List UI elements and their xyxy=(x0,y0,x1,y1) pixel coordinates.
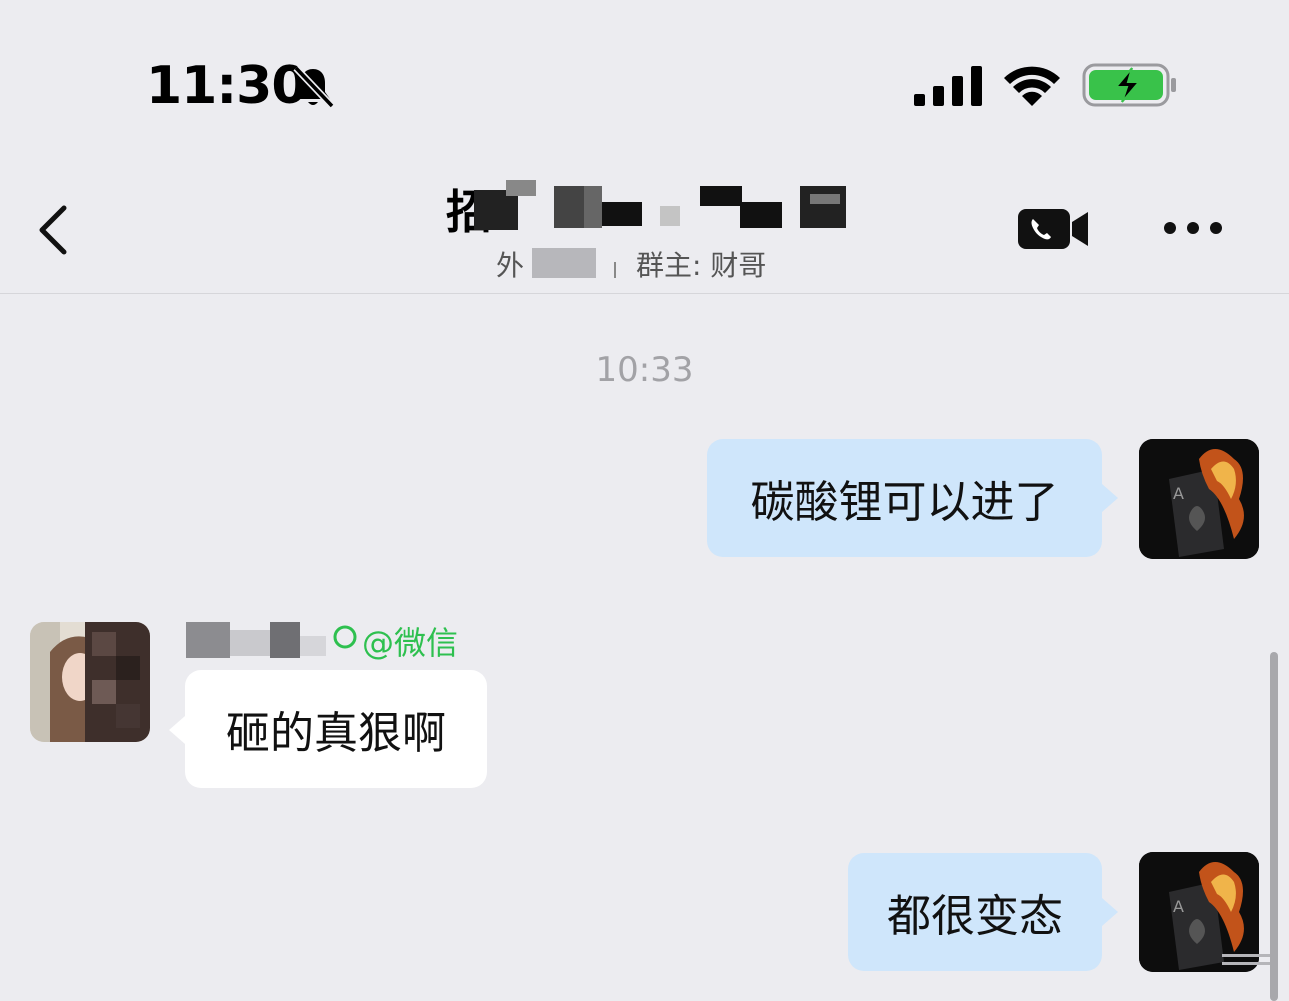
chat-subtitle: 外 群主: 财哥 xyxy=(496,244,796,284)
outgoing-message-bubble[interactable]: 碳酸锂可以进了 xyxy=(707,439,1102,557)
subtitle-prefix: 外 xyxy=(496,249,525,282)
status-bar: 11:30 xyxy=(0,0,1289,150)
subtitle-redaction xyxy=(532,248,596,278)
watermark-lines-icon xyxy=(1222,954,1270,965)
bubble-tail xyxy=(1102,898,1118,926)
subtitle-owner: 群主: 财哥 xyxy=(636,249,767,282)
sender-source-label: @微信 xyxy=(362,624,459,662)
battery-charging-icon xyxy=(1082,63,1176,107)
chat-header: 招 外 群主: 财哥 xyxy=(0,150,1289,294)
bell-slash-icon xyxy=(293,65,335,109)
sender-name-row: @微信 xyxy=(184,616,458,662)
wechat-source-icon xyxy=(333,625,357,649)
message-timestamp: 10:33 xyxy=(595,350,694,390)
my-avatar[interactable]: A xyxy=(1139,439,1259,559)
svg-text:A: A xyxy=(1173,897,1184,916)
ace-card-avatar-image: A xyxy=(1139,439,1259,559)
back-chevron-icon[interactable] xyxy=(34,202,74,258)
wifi-icon xyxy=(1004,66,1060,106)
chat-title: 招 xyxy=(446,176,856,239)
status-time: 11:30 xyxy=(146,56,308,116)
bubble-tail xyxy=(1102,484,1118,512)
video-call-icon[interactable] xyxy=(1016,206,1092,252)
outgoing-message-bubble[interactable]: 都很变态 xyxy=(848,853,1102,971)
incoming-message-bubble[interactable]: 砸的真狠啊 xyxy=(185,670,487,788)
subtitle-divider xyxy=(614,262,616,278)
cellular-signal-icon xyxy=(914,66,982,106)
more-icon[interactable] xyxy=(1160,216,1226,240)
bubble-tail xyxy=(169,716,185,744)
sender-avatar[interactable] xyxy=(30,622,150,742)
svg-text:A: A xyxy=(1173,484,1184,503)
chat-scrollbar[interactable] xyxy=(1270,652,1278,1001)
sender-avatar-image xyxy=(30,622,150,742)
